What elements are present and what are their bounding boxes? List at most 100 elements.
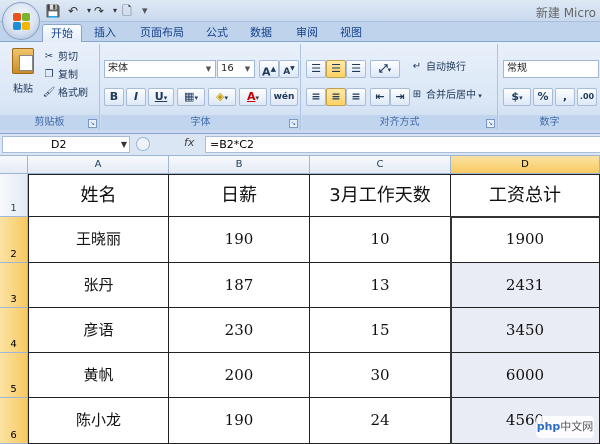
align-middle-button[interactable]: ☰ <box>326 60 346 78</box>
table-cell[interactable]: 2431 <box>451 263 600 308</box>
clipboard-launcher-icon[interactable]: ↘ <box>88 119 97 128</box>
italic-icon: I <box>133 90 139 103</box>
watermark-suffix: 中文网 <box>560 420 594 433</box>
row-header-2[interactable]: 2 <box>0 217 28 263</box>
decrease-indent-icon: ⇤ <box>375 90 385 103</box>
tab-review[interactable]: 审阅 <box>290 24 324 42</box>
comma-button[interactable]: , <box>555 88 575 106</box>
row-header-6[interactable]: 6 <box>0 398 28 444</box>
phonetic-button[interactable]: wén <box>270 88 298 106</box>
font-size-value: 16 <box>221 63 234 74</box>
tab-view[interactable]: 视图 <box>334 24 368 42</box>
align-center-icon: ≡ <box>331 90 341 103</box>
table-cell[interactable]: 230 <box>169 308 310 353</box>
header-cell-workdays[interactable]: 3月工作天数 <box>310 174 451 217</box>
table-cell[interactable]: 王晓丽 <box>28 217 169 263</box>
table-cell[interactable]: 张丹 <box>28 263 169 308</box>
table-cell[interactable]: 10 <box>310 217 451 263</box>
table-cell-active[interactable]: 1900 <box>451 217 600 263</box>
fill-color-button[interactable]: ◈▾ <box>208 88 236 106</box>
header-cell-total-pay[interactable]: 工资总计 <box>451 174 600 217</box>
merge-center-button[interactable]: ⊞ 合并后居中 ▾ <box>410 88 482 106</box>
format-painter-button[interactable]: 🖌 格式刷 <box>42 86 88 104</box>
table-cell[interactable]: 190 <box>169 398 310 444</box>
cut-button[interactable]: ✂ 剪切 <box>42 50 78 68</box>
copy-button[interactable]: ❐ 复制 <box>42 68 78 86</box>
alignment-launcher-icon[interactable]: ↘ <box>486 119 495 128</box>
select-all-corner[interactable] <box>0 156 28 174</box>
align-center-button[interactable]: ≡ <box>326 88 346 106</box>
office-button[interactable] <box>2 2 40 40</box>
print-preview-icon[interactable]: 🗋 <box>118 3 136 19</box>
tab-insert[interactable]: 插入 <box>88 24 122 42</box>
tab-home[interactable]: 开始 <box>42 24 82 42</box>
table-cell[interactable]: 200 <box>169 353 310 398</box>
formula-bar-toggle-icon[interactable] <box>136 137 150 151</box>
save-icon[interactable]: 💾 <box>44 3 62 19</box>
table-cell[interactable]: 彦语 <box>28 308 169 353</box>
table-cell[interactable]: 24 <box>310 398 451 444</box>
formula-bar: D2 ▼ fx =B2*C2 <box>0 134 600 156</box>
paste-button[interactable]: 粘贴 <box>8 48 38 98</box>
font-launcher-icon[interactable]: ↘ <box>289 119 298 128</box>
name-box[interactable]: D2 ▼ <box>2 136 130 153</box>
align-right-button[interactable]: ≡ <box>346 88 366 106</box>
formula-input[interactable]: =B2*C2 <box>205 136 600 153</box>
row-header-3[interactable]: 3 <box>0 263 28 308</box>
increase-indent-icon: ⇥ <box>395 90 405 103</box>
ribbon: 粘贴 ✂ 剪切 ❐ 复制 🖌 格式刷 剪贴板 ↘ 宋体 ▼ 16 ▼ A▲ A▼ B I … <box>0 42 600 134</box>
wrap-text-button[interactable]: ↵ 自动换行 <box>410 60 466 78</box>
align-bottom-button[interactable]: ☰ <box>346 60 366 78</box>
table-cell[interactable]: 3450 <box>451 308 600 353</box>
customize-icon[interactable]: ▾ <box>142 3 148 19</box>
grow-font-icon: A <box>262 65 271 79</box>
italic-button[interactable]: I <box>126 88 146 106</box>
column-header-a[interactable]: A <box>28 156 169 174</box>
table-cell[interactable]: 30 <box>310 353 451 398</box>
font-name-select[interactable]: 宋体 ▼ <box>104 60 216 78</box>
column-header-b[interactable]: B <box>169 156 310 174</box>
align-top-button[interactable]: ☰ <box>306 60 326 78</box>
increase-indent-button[interactable]: ⇥ <box>390 88 410 106</box>
underline-button[interactable]: U▾ <box>148 88 174 106</box>
shrink-font-button[interactable]: A▼ <box>279 60 299 78</box>
table-cell[interactable]: 黄帆 <box>28 353 169 398</box>
number-format-select[interactable]: 常规 <box>503 60 599 78</box>
brush-icon: 🖌 <box>42 87 56 98</box>
align-left-button[interactable]: ≡ <box>306 88 326 106</box>
phonetic-icon: wén <box>273 92 295 102</box>
bold-button[interactable]: B <box>104 88 124 106</box>
header-cell-daily-wage[interactable]: 日薪 <box>169 174 310 217</box>
column-header-c[interactable]: C <box>310 156 451 174</box>
orientation-button[interactable]: ⤢▾ <box>370 60 400 78</box>
table-cell[interactable]: 陈小龙 <box>28 398 169 444</box>
table-cell[interactable]: 13 <box>310 263 451 308</box>
table-cell[interactable]: 187 <box>169 263 310 308</box>
font-size-select[interactable]: 16 ▼ <box>217 60 255 78</box>
font-color-button[interactable]: A▾ <box>239 88 267 106</box>
tab-data[interactable]: 数据 <box>244 24 278 42</box>
row-header-4[interactable]: 4 <box>0 308 28 353</box>
row-header-5[interactable]: 5 <box>0 353 28 398</box>
table-cell[interactable]: 15 <box>310 308 451 353</box>
increase-decimal-button[interactable]: .00 <box>577 88 597 106</box>
decrease-indent-button[interactable]: ⇤ <box>370 88 390 106</box>
column-header-d[interactable]: D <box>451 156 600 174</box>
tab-page-layout[interactable]: 页面布局 <box>132 24 192 42</box>
clipboard-group-label: 剪贴板 <box>0 115 99 130</box>
percent-button[interactable]: % <box>533 88 553 106</box>
row-header-1[interactable]: 1 <box>0 174 28 217</box>
percent-icon: % <box>537 90 549 103</box>
accounting-icon: $ <box>511 90 520 103</box>
increase-decimal-icon: .00 <box>579 92 595 101</box>
tab-formulas[interactable]: 公式 <box>200 24 234 42</box>
borders-button[interactable]: ▦▾ <box>177 88 205 106</box>
grow-font-button[interactable]: A▲ <box>259 60 279 79</box>
accounting-button[interactable]: $▾ <box>503 88 531 106</box>
title-bar: 💾 ↶ ▾ ↷ ▾ 🗋 ▾ 新建 Micro <box>0 0 600 22</box>
row-number: 4 <box>10 339 17 350</box>
table-cell[interactable]: 6000 <box>451 353 600 398</box>
table-cell[interactable]: 190 <box>169 217 310 263</box>
header-cell-name[interactable]: 姓名 <box>28 174 169 217</box>
insert-function-button[interactable]: fx <box>184 136 194 149</box>
